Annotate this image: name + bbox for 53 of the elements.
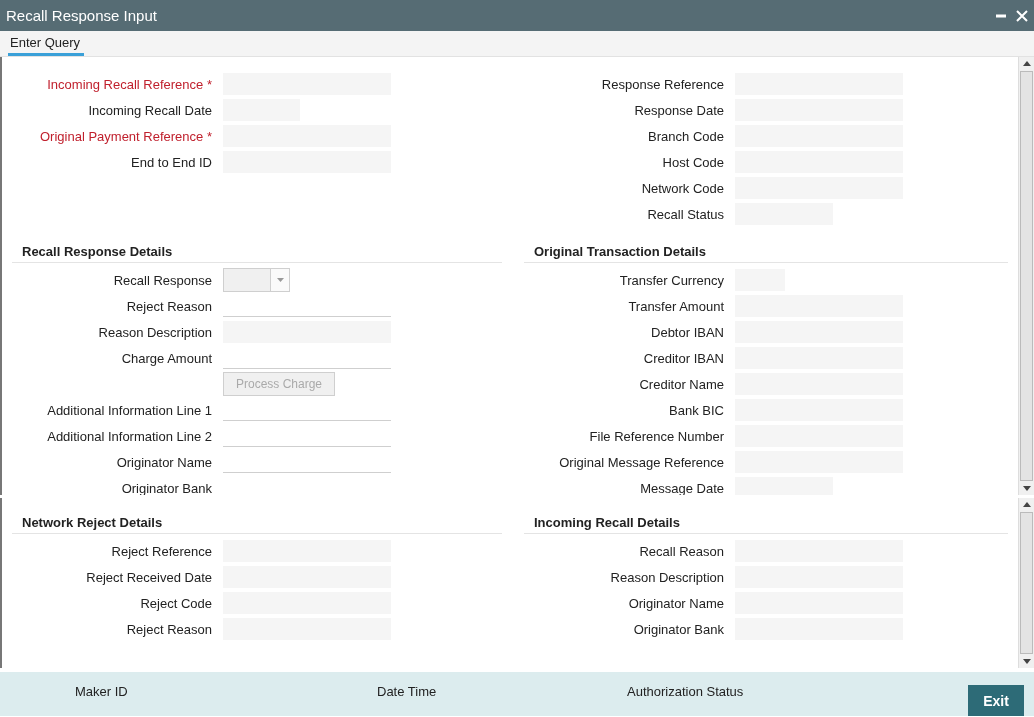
section-title: Original Transaction Details: [524, 244, 1008, 263]
required-asterisk: *: [206, 76, 212, 92]
window-title: Recall Response Input: [6, 7, 158, 24]
field-label: Originator Name: [116, 454, 212, 470]
field-label: Original Payment Reference: [40, 128, 204, 144]
field-label: Reject Received Date: [86, 569, 212, 585]
field-label: Response Reference: [601, 76, 724, 92]
field-label: Transfer Amount: [628, 298, 724, 314]
field-label: Host Code: [662, 154, 724, 170]
field-label: Recall Reason: [639, 543, 724, 559]
field-label: Reject Reference: [111, 543, 212, 559]
field-label: Original Message Reference: [559, 454, 724, 470]
scrollbar[interactable]: [1018, 57, 1034, 495]
enter-query-tab[interactable]: Enter Query: [8, 35, 85, 56]
required-asterisk: *: [206, 128, 212, 144]
field-label: Transfer Currency: [619, 272, 724, 288]
field-label: Bank BIC: [669, 402, 724, 418]
field-label: Branch Code: [648, 128, 724, 144]
field-label: Originator Name: [628, 595, 724, 611]
field-label: Incoming Recall Date: [88, 102, 212, 118]
field-label: Recall Response: [113, 272, 212, 288]
field-label: Additional Information Line 2: [47, 428, 212, 444]
section-title: Incoming Recall Details: [524, 515, 1008, 534]
field-label: Charge Amount: [121, 350, 212, 366]
field-label: Additional Information Line 1: [47, 402, 212, 418]
footer-label: Maker ID: [75, 684, 128, 699]
field-label: Reason Description: [610, 569, 724, 585]
footer-label: Authorization Status: [627, 684, 744, 699]
field-label: File Reference Number: [589, 428, 724, 444]
field-label: Reject Code: [140, 595, 212, 611]
exit-button[interactable]: Exit: [968, 685, 1024, 716]
field-label: Response Date: [634, 102, 724, 118]
close-icon[interactable]: [1016, 9, 1028, 22]
field-label: Reason Description: [98, 324, 212, 340]
minimize-icon[interactable]: [996, 13, 1006, 18]
field-label: Reject Reason: [126, 298, 212, 314]
field-label: Network Code: [641, 180, 724, 196]
field-label: Originator Bank: [633, 621, 724, 637]
field-label: Message Date: [640, 480, 724, 495]
field-label: Originator Bank: [121, 480, 212, 495]
section-title: Recall Response Details: [12, 244, 502, 263]
field-label: Creditor Name: [639, 376, 724, 392]
field-label: Creditor IBAN: [643, 350, 724, 366]
scrollbar[interactable]: [1018, 498, 1034, 668]
footer-label: Date Time: [377, 684, 437, 699]
field-label: Reject Reason: [126, 621, 212, 637]
field-label: End to End ID: [131, 154, 212, 170]
select-field[interactable]: [223, 268, 290, 292]
field-label: Recall Status: [647, 206, 724, 222]
caret-icon: [276, 278, 284, 282]
section-title: Network Reject Details: [12, 515, 502, 534]
field-label: Incoming Recall Reference: [47, 76, 204, 92]
field-label: Debtor IBAN: [651, 324, 724, 340]
